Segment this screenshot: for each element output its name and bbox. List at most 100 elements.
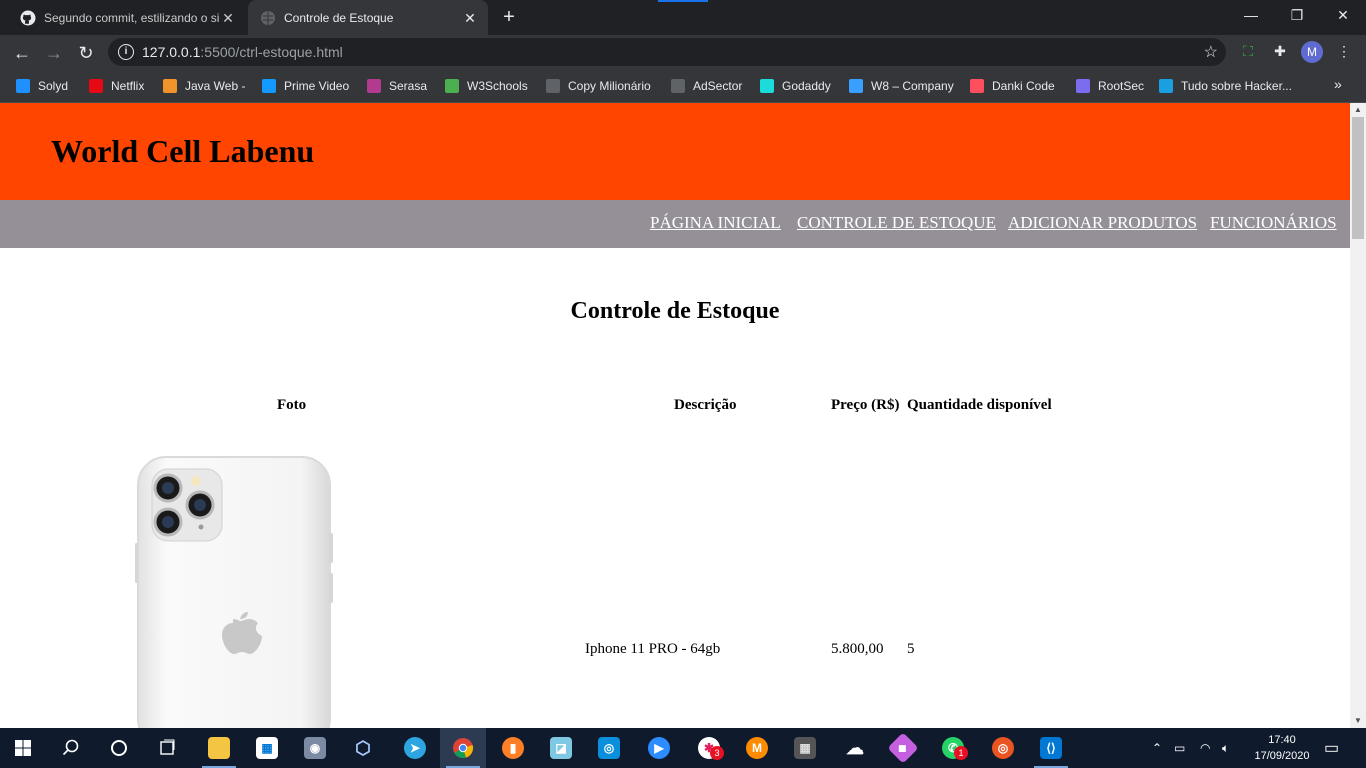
whatsapp-badge: 1 <box>954 746 968 760</box>
bookmark-item[interactable]: W3Schools <box>445 77 528 95</box>
m-app-icon[interactable]: M <box>734 728 780 768</box>
windows-taskbar: ▦ ◉ ⬡ ➤ ▮ ◪ ◎ ▶ ✱ 3 M ▦ ☁ ◆ ✆ 1 ◎ ⟨⟩ ⌃ ▭… <box>0 728 1366 768</box>
puzzle-icon[interactable]: ✚ <box>1270 41 1290 61</box>
minimize-button[interactable]: — <box>1228 0 1274 32</box>
bookmark-item[interactable]: Serasa <box>367 77 427 95</box>
github-icon <box>20 10 36 26</box>
bookmark-label: Serasa <box>389 79 428 93</box>
nav-link-employees[interactable]: FUNCIONÁRIOS <box>1210 213 1337 233</box>
serasa-icon <box>367 79 381 93</box>
tab-github[interactable]: Segundo commit, estilizando o si ✕ <box>8 0 246 35</box>
ubuntu-icon[interactable]: ◎ <box>980 728 1026 768</box>
reload-button[interactable]: ↻ <box>72 39 100 67</box>
wifi-icon[interactable]: ◠ <box>1200 728 1210 768</box>
site-info-icon[interactable]: i <box>118 44 134 60</box>
tab-controle-estoque[interactable]: Controle de Estoque ✕ <box>248 0 488 35</box>
cell-price: 5.800,00 <box>831 641 884 657</box>
virtualbox-icon[interactable]: ⬡ <box>340 728 386 768</box>
search-icon[interactable] <box>48 728 94 768</box>
bookmarks-overflow-icon[interactable]: » <box>1334 76 1342 92</box>
column-header-quantity: Quantidade disponível <box>907 397 1052 413</box>
calculator-icon[interactable]: ▦ <box>782 728 828 768</box>
scroll-down-icon[interactable]: ▼ <box>1350 714 1366 728</box>
close-tab-icon[interactable]: ✕ <box>220 10 236 26</box>
task-view-icon[interactable] <box>144 728 190 768</box>
solyd-icon <box>16 79 30 93</box>
git-icon[interactable]: ◆ <box>880 728 926 768</box>
tab-title: Controle de Estoque <box>284 10 394 25</box>
bookmark-item[interactable]: Prime Video <box>262 77 349 95</box>
telegram-icon[interactable]: ➤ <box>392 728 438 768</box>
back-button[interactable]: ← <box>8 39 36 67</box>
browser-toolbar: ← → ↻ i 127.0.0.1:5500/ctrl-estoque.html… <box>0 35 1366 70</box>
show-hidden-icons[interactable]: ⌃ <box>1152 728 1162 768</box>
tab-title: Segundo commit, estilizando o si <box>44 10 220 25</box>
site-header: World Cell Labenu <box>0 103 1350 200</box>
nav-link-stock-control[interactable]: CONTROLE DE ESTOQUE <box>797 213 996 233</box>
close-tab-icon[interactable]: ✕ <box>462 10 478 26</box>
java-icon <box>163 79 177 93</box>
profile-avatar[interactable]: M <box>1301 41 1323 63</box>
volume-icon[interactable]: 🔈︎ <box>1222 728 1229 768</box>
chrome-icon[interactable] <box>440 728 486 768</box>
scroll-up-icon[interactable]: ▲ <box>1350 103 1366 117</box>
bookmark-label: Tudo sobre Hacker... <box>1181 79 1292 93</box>
notes-app-icon[interactable]: ◪ <box>538 728 584 768</box>
w8-icon <box>849 79 863 93</box>
bookmark-label: Copy Milionário <box>568 79 651 93</box>
slack-badge: 3 <box>710 746 724 760</box>
site-nav: PÁGINA INICIAL CONTROLE DE ESTOQUE ADICI… <box>0 200 1350 248</box>
forward-button[interactable]: → <box>40 39 68 67</box>
menu-kebab-icon[interactable]: ⋮ <box>1334 41 1354 61</box>
power-bi-icon[interactable]: ▮ <box>490 728 536 768</box>
extension-icon[interactable]: ⛶ <box>1238 41 1258 61</box>
new-tab-button[interactable]: + <box>498 6 520 28</box>
globe-icon <box>546 79 560 93</box>
address-bar[interactable]: i 127.0.0.1:5500/ctrl-estoque.html ☆ <box>108 38 1226 66</box>
vertical-scrollbar[interactable]: ▲ ▼ <box>1350 103 1366 728</box>
bookmark-label: W3Schools <box>467 79 528 93</box>
bookmark-item[interactable]: RootSec <box>1076 77 1144 95</box>
zoom-icon[interactable]: ▶ <box>636 728 682 768</box>
rootsec-icon <box>1076 79 1090 93</box>
windows-start-icon[interactable] <box>0 728 46 768</box>
bookmark-label: Solyd <box>38 79 69 93</box>
cell-quantity: 5 <box>907 641 915 657</box>
bookmark-label: Java Web - <box>185 79 246 93</box>
bookmark-item[interactable]: W8 – Company <box>849 77 954 95</box>
bookmark-label: RootSec <box>1098 79 1145 93</box>
instagram-app-icon[interactable]: ◎ <box>586 728 632 768</box>
cortana-icon[interactable] <box>96 728 142 768</box>
bookmark-item[interactable]: Tudo sobre Hacker... <box>1159 77 1292 95</box>
system-clock[interactable]: 17:40 17/09/2020 <box>1252 732 1312 764</box>
bookmark-item[interactable]: Solyd <box>16 77 68 95</box>
notifications-icon[interactable]: ▭ <box>1324 728 1339 768</box>
tab-strip: Segundo commit, estilizando o si ✕ Contr… <box>0 0 1366 35</box>
store-icon[interactable]: ▦ <box>244 728 290 768</box>
file-explorer-icon[interactable] <box>196 728 242 768</box>
battery-icon[interactable]: ▭ <box>1174 728 1185 768</box>
bookmark-item[interactable]: Danki Code <box>970 77 1055 95</box>
page-heading: Controle de Estoque <box>570 298 780 324</box>
bookmark-label: Godaddy <box>782 79 831 93</box>
scrollbar-thumb[interactable] <box>1352 117 1364 239</box>
bookmark-item[interactable]: Java Web - <box>163 77 245 95</box>
maximize-button[interactable]: ❐ <box>1274 0 1320 32</box>
onedrive-icon[interactable]: ☁ <box>832 728 878 768</box>
nav-link-add-products[interactable]: ADICIONAR PRODUTOS <box>1008 213 1197 233</box>
camera-icon[interactable]: ◉ <box>292 728 338 768</box>
close-window-button[interactable]: ✕ <box>1320 0 1366 32</box>
bookmark-star-icon[interactable]: ☆ <box>1204 42 1218 62</box>
vscode-icon[interactable]: ⟨⟩ <box>1028 728 1074 768</box>
netflix-icon <box>89 79 103 93</box>
slack-icon[interactable]: ✱ 3 <box>686 728 732 768</box>
whatsapp-icon[interactable]: ✆ 1 <box>930 728 976 768</box>
bookmark-item[interactable]: Godaddy <box>760 77 831 95</box>
bookmark-item[interactable]: AdSector <box>671 77 742 95</box>
bookmark-item[interactable]: Netflix <box>89 77 144 95</box>
globe-icon <box>671 79 685 93</box>
column-header-description: Descrição <box>674 397 737 413</box>
bookmark-item[interactable]: Copy Milionário <box>546 77 651 95</box>
bookmark-label: AdSector <box>693 79 743 93</box>
nav-link-home[interactable]: PÁGINA INICIAL <box>650 213 781 233</box>
